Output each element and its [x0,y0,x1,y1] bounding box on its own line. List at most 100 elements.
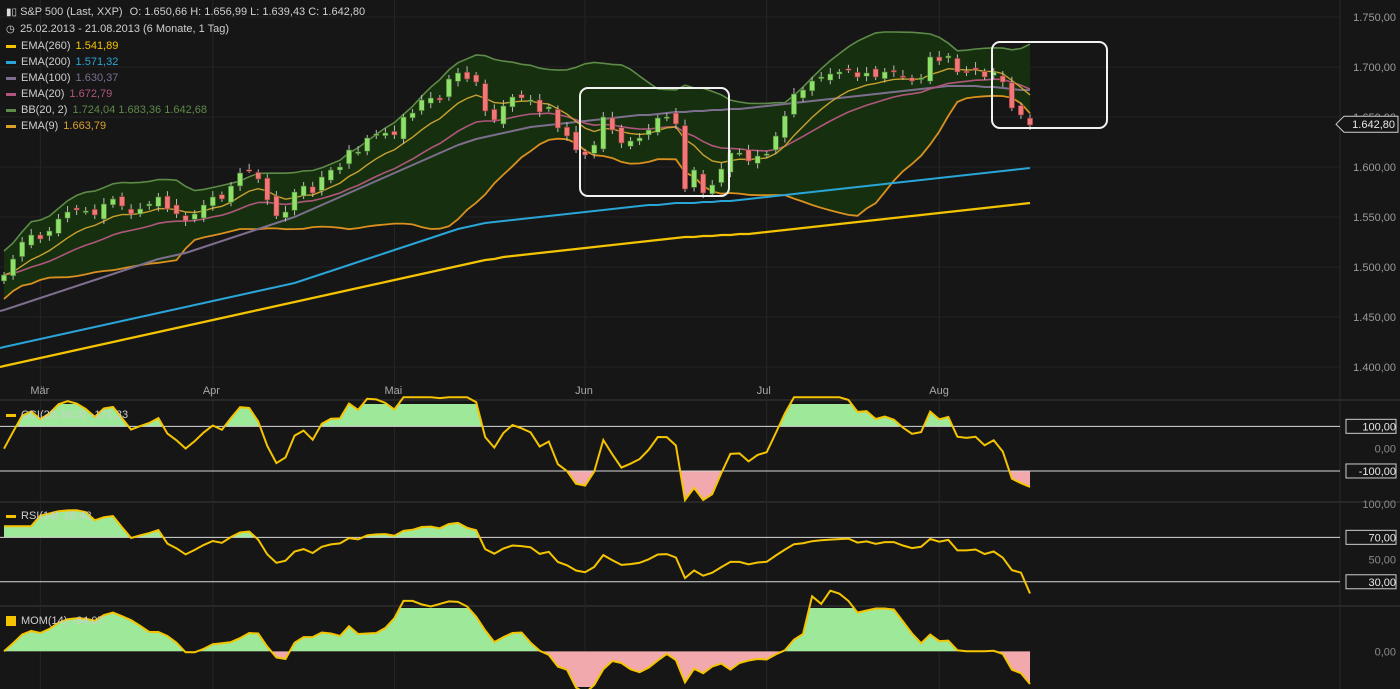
candle-body [909,78,914,81]
candle-body [1000,76,1005,82]
candle-body [446,79,451,97]
candle-body [819,77,824,79]
candle-body [219,195,224,199]
candle-body [637,138,642,141]
candle-body [664,117,669,119]
candle-body [455,73,460,81]
rsi-value: 19,42 [64,508,92,524]
candle-body [691,170,696,187]
candle-body [256,172,261,179]
candle-body [737,153,742,155]
cci-swatch [6,414,16,417]
last-price-label: 1.642,80 [1352,119,1395,131]
candle-body [791,94,796,114]
candle-body [328,170,333,180]
legend-row: EMA(100) 1.630,37 [6,70,207,86]
candle-body [192,214,197,219]
candle-body [528,100,533,102]
candle-body [283,212,288,218]
candle-body [828,74,833,80]
candle-body [646,130,651,135]
candle-body [1018,106,1023,115]
candle-body [392,131,397,135]
legend-value: 1.571,32 [76,54,119,70]
cci-legend: CCI(20, hlc3) -171,33 [6,407,128,423]
legend-label: BB(20, 2) [21,102,67,118]
candle-body [365,138,370,151]
mom-level-label: 0,00 [1375,646,1396,658]
candle-body [937,57,942,61]
candle [928,52,933,84]
candle-body [610,118,615,130]
candle-body [682,126,687,189]
month-label: Mär [30,385,49,397]
rsi-level-label: 30,00 [1368,577,1396,589]
candle-body [65,212,70,218]
rsi-level-label: 100,00 [1362,499,1396,511]
candle-body [74,208,79,210]
candle-body [601,117,606,149]
candle-body [101,204,106,219]
candle-body [156,197,161,206]
candle-body [110,199,115,205]
candle [555,105,560,132]
rsi-label: RSI(14) [21,508,59,524]
candle-body [129,209,134,214]
candle-body [837,72,842,74]
candle-body [555,109,560,128]
mom-legend: MOM(14) -64,07 [6,613,104,629]
legend-label: EMA(260) [21,38,71,54]
legend-value: 1.672,79 [69,86,112,102]
legend-value: 1.630,37 [76,70,119,86]
candle-body [138,209,143,214]
candle-body [628,141,633,146]
ohlc-values: O: 1.650,66 H: 1.656,99 L: 1.639,43 C: 1… [130,6,365,18]
candle-body [1027,118,1032,125]
price-tick-label: 1.550,00 [1353,212,1396,224]
candle [446,75,451,101]
legend-swatch [6,45,16,48]
candle-body [92,209,97,215]
legend-swatch [6,109,16,112]
candle-body [428,98,433,103]
candle-body [973,68,978,70]
candle-body [673,113,678,124]
candle-body [764,154,769,156]
candle-body [946,56,951,58]
candle-body [292,192,297,210]
legend-label: EMA(100) [21,70,71,86]
candle-body [573,132,578,150]
cci-label: CCI(20, hlc3) [21,407,86,423]
candle [682,120,687,192]
candle-body [29,235,34,245]
mom-value: -64,07 [72,613,103,629]
candle-body [546,107,551,109]
chart-canvas[interactable]: MärAprMaiJunJulAug1.750,001.700,001.650,… [0,0,1400,689]
candle-body [483,84,488,111]
candle-body [419,100,424,111]
candle-body [701,174,706,193]
candle-body [891,70,896,72]
candle-body [501,106,506,124]
month-label: Apr [203,385,220,397]
rsi-level-label: 50,00 [1368,555,1396,567]
price-tick-label: 1.750,00 [1353,12,1396,24]
candle-body [20,242,25,257]
candle-body [183,216,188,221]
candle-body [982,72,987,77]
legend-value: 1.541,89 [76,38,119,54]
candle-body [265,178,270,200]
candle-body [165,196,170,209]
candle-body [47,231,52,236]
candle [483,80,488,116]
candle-body [955,58,960,72]
candle-body [474,75,479,82]
legend-value: 1.663,79 [63,118,106,134]
legend-row: EMA(20)1.672,79 [6,86,207,102]
legend-row: BB(20, 2)1.724,04 1.683,36 1.642,68 [6,102,207,118]
legend-swatch [6,61,16,64]
candle [782,111,787,143]
legend-swatch [6,77,16,80]
mom-swatch [6,616,16,626]
cci-level-label: 0,00 [1375,444,1396,456]
